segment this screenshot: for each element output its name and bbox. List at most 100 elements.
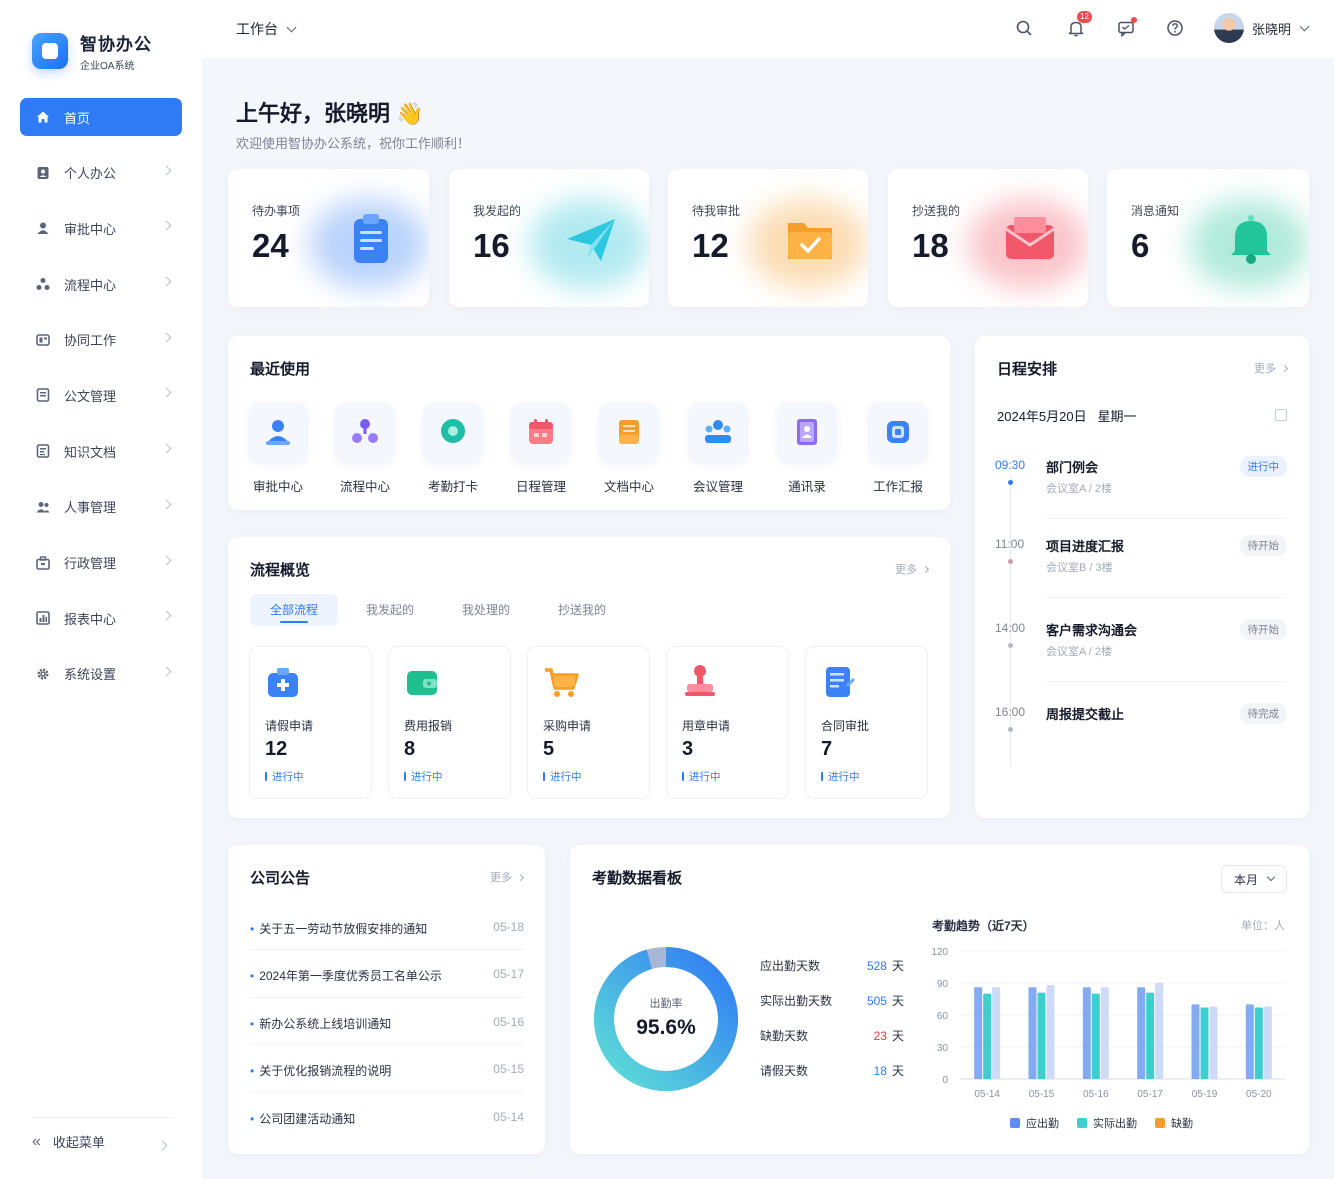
sidebar-item-label: 协同工作 xyxy=(64,333,117,349)
metric-row: 实际出勤天数 505 天 xyxy=(760,992,904,1009)
sidebar-item-flow[interactable]: 流程中心 xyxy=(20,265,182,303)
x-tick-label: 05-14 xyxy=(974,1089,1000,1100)
stat-card-todo[interactable]: 待办事项 24 xyxy=(228,169,429,307)
metric-label: 请假天数 xyxy=(760,1064,809,1078)
company-notices-panel: 公司公告 更多 关于五一劳动节放假安排的通知 05-18 2024年第一季度优秀员… xyxy=(228,845,545,1154)
stat-card-cc[interactable]: 抄送我的 18 xyxy=(888,169,1088,307)
sidebar-item-hr[interactable]: 人事管理 xyxy=(20,488,182,526)
sidebar-item-admin[interactable]: 行政管理 xyxy=(20,544,182,582)
quick-access-flow[interactable]: 流程中心 xyxy=(333,402,397,495)
search-button[interactable] xyxy=(1014,18,1034,38)
sidebar-item-report[interactable]: 报表中心 xyxy=(20,599,182,637)
stat-card-initiated[interactable]: 我发起的 16 xyxy=(449,169,649,307)
quick-access-contacts[interactable]: 通讯录 xyxy=(775,402,839,495)
sidebar-item-home[interactable]: 首页 xyxy=(20,98,182,136)
schedule-time: 09:30 xyxy=(995,458,1026,472)
tab-handled[interactable]: 我处理的 xyxy=(442,594,530,626)
metric-value: 528 xyxy=(866,959,887,973)
more-link[interactable]: 更多 xyxy=(490,869,525,885)
quick-access-attendance[interactable]: 考勤打卡 xyxy=(421,402,485,495)
logo-icon xyxy=(32,33,68,69)
trend-title: 考勤趋势（近7天） xyxy=(932,919,1035,933)
process-card-expense[interactable]: 费用报销 8 进行中 xyxy=(388,646,511,799)
notification-button[interactable]: 12 xyxy=(1066,11,1092,38)
notice-item[interactable]: 2024年第一季度优秀员工名单公示 05-17 xyxy=(250,967,524,984)
message-dot-badge xyxy=(1131,17,1137,23)
stat-card-messages[interactable]: 消息通知 6 xyxy=(1107,169,1309,307)
sidebar-item-approval[interactable]: 审批中心 xyxy=(20,209,182,247)
chevron-down-icon xyxy=(1299,21,1310,31)
sidebar-item-personal[interactable]: 个人办公 xyxy=(20,154,182,192)
chevron-right-icon xyxy=(921,565,930,573)
schedule-date: 2024年5月20日 xyxy=(997,409,1087,424)
clipboard-icon xyxy=(354,214,388,263)
schedule-time: 16:00 xyxy=(995,705,1026,719)
sidebar-item-settings[interactable]: 系统设置 xyxy=(20,655,182,693)
chevron-right-icon xyxy=(161,610,172,621)
tab-initiated[interactable]: 我发起的 xyxy=(346,594,434,626)
quick-access-docs[interactable]: 文档中心 xyxy=(597,402,661,495)
quick-access-approval[interactable]: 审批中心 xyxy=(246,402,310,495)
stat-value: 18 xyxy=(912,227,949,264)
notice-date: 05-15 xyxy=(493,1062,524,1076)
divider xyxy=(1046,518,1287,519)
bar-实际出勤 xyxy=(1254,1007,1263,1079)
folder-icon xyxy=(619,420,639,444)
user-menu[interactable]: 张晓明 xyxy=(1214,13,1310,43)
process-status: 进行中 xyxy=(682,769,721,784)
metric-unit: 天 xyxy=(891,1064,904,1078)
quick-access-calendar[interactable]: 日程管理 xyxy=(509,402,573,495)
sidebar-item-collab[interactable]: 协同工作 xyxy=(20,321,182,359)
contract-icon xyxy=(826,667,855,697)
stat-card-pending-approval[interactable]: 待我审批 12 xyxy=(668,169,868,307)
process-name: 合同审批 xyxy=(821,719,870,733)
contacts-icon xyxy=(797,419,817,445)
divider xyxy=(250,1092,524,1093)
recent-use-panel: 最近使用 审批中心 流程中心 考勤打卡 日程管理 文档中心 会议管理 通讯录 工… xyxy=(228,336,950,510)
process-card-purchase[interactable]: 采购申请 5 进行中 xyxy=(527,646,650,799)
message-button[interactable] xyxy=(1116,17,1137,38)
schedule-location: 会议室B / 3楼 xyxy=(1046,562,1113,574)
collapse-menu-button[interactable]: « 收起菜单 xyxy=(32,1117,174,1151)
sidebar-item-knowledge[interactable]: 知识文档 xyxy=(20,432,182,470)
quick-access-label: 考勤打卡 xyxy=(427,480,478,494)
notice-item[interactable]: 关于优化报销流程的说明 05-15 xyxy=(250,1062,524,1079)
sidebar-item-label: 系统设置 xyxy=(64,667,117,683)
chevron-right-icon xyxy=(161,443,172,454)
app-logo[interactable]: 智协办公 企业OA系统 xyxy=(32,30,152,72)
process-card-contract[interactable]: 合同审批 7 进行中 xyxy=(805,646,928,799)
stamp-icon xyxy=(685,665,715,696)
process-card-seal[interactable]: 用章申请 3 进行中 xyxy=(666,646,789,799)
schedule-panel: 日程安排 更多 2024年5月20日 星期一 09:30 部门例会 会议室A /… xyxy=(975,336,1309,818)
section-title: 公司公告 xyxy=(250,870,311,887)
quick-access-meeting[interactable]: 会议管理 xyxy=(686,402,750,495)
help-button[interactable] xyxy=(1165,18,1185,38)
notice-item[interactable]: 关于五一劳动节放假安排的通知 05-18 xyxy=(250,920,524,937)
schedule-title: 周报提交截止 xyxy=(1046,707,1125,722)
sidebar-item-label: 首页 xyxy=(64,110,91,126)
notice-date: 05-17 xyxy=(493,967,524,981)
more-link[interactable]: 更多 xyxy=(1254,360,1289,376)
paper-plane-icon xyxy=(567,219,615,261)
sidebar-item-document[interactable]: 公文管理 xyxy=(20,376,182,414)
quick-access-report[interactable]: 工作汇报 xyxy=(866,402,930,495)
notice-item[interactable]: 新办公系统上线培训通知 05-16 xyxy=(250,1015,524,1032)
double-chevron-left-icon: « xyxy=(32,1132,41,1150)
more-link[interactable]: 更多 xyxy=(895,561,930,577)
bar-缺勤 xyxy=(1263,1006,1272,1079)
schedule-title: 部门例会 xyxy=(1046,460,1099,475)
notice-item[interactable]: 公司团建活动通知 05-14 xyxy=(250,1110,524,1127)
tab-all[interactable]: 全部流程 xyxy=(250,594,339,626)
folder-check-icon xyxy=(788,223,832,259)
attendance-dashboard-panel: 考勤数据看板 本月 出勤率 95.6% 应出勤天数 528 天 实际出勤天数 505 天… xyxy=(570,845,1309,1154)
timeline-dot xyxy=(1008,643,1013,648)
tab-cc[interactable]: 抄送我的 xyxy=(538,594,626,626)
y-tick-label: 30 xyxy=(937,1043,949,1054)
notice-date: 05-18 xyxy=(493,920,524,934)
workspace-dropdown[interactable]: 工作台 xyxy=(236,19,297,39)
app-subtitle: 企业OA系统 xyxy=(80,61,135,72)
process-card-leave[interactable]: 请假申请 12 进行中 xyxy=(249,646,372,799)
schedule-status: 进行中 xyxy=(1239,456,1287,477)
calendar-icon[interactable] xyxy=(1275,409,1287,421)
period-select[interactable]: 本月 xyxy=(1221,865,1287,893)
